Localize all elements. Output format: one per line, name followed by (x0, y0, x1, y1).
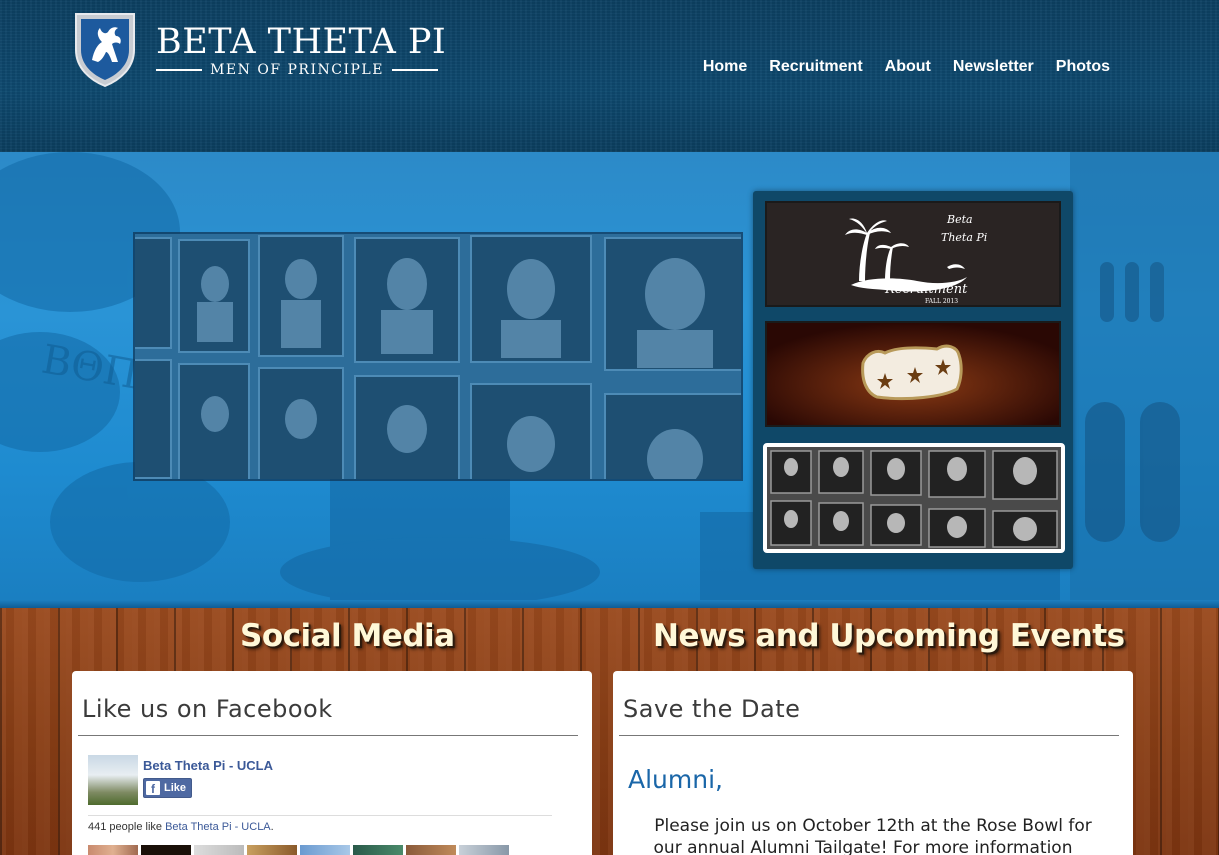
fan-avatar[interactable] (353, 845, 403, 855)
facebook-like-count: 441 people like Beta Theta Pi - UCLA. (88, 821, 274, 833)
site-logo[interactable]: BETA THETA PI MEN OF PRINCIPLE (72, 10, 452, 90)
portrait-wall-thumb-image (767, 447, 1061, 549)
brand-tagline-row: MEN OF PRINCIPLE (156, 60, 439, 80)
recruitment-caption-line2: Theta Pi (941, 231, 987, 244)
fan-avatar[interactable] (300, 845, 350, 855)
facebook-fan-faces (88, 845, 509, 855)
facebook-f-icon: f (146, 781, 160, 795)
thumbnail-badge[interactable] (765, 321, 1061, 427)
main-nav: Home Recruitment About Newsletter Photos (692, 58, 1121, 76)
tagline-rule-left (156, 69, 203, 71)
thumbnail-recruitment[interactable]: Beta Theta Pi Recruitment FALL 2013 (765, 201, 1061, 307)
news-card-title: Save the Date (623, 695, 801, 723)
nav-newsletter[interactable]: Newsletter (942, 58, 1045, 76)
facebook-count-link[interactable]: Beta Theta Pi - UCLA (165, 821, 271, 833)
facebook-divider (88, 815, 552, 816)
facebook-page-avatar[interactable] (88, 755, 138, 805)
facebook-card: Like us on Facebook Beta Theta Pi - UCLA… (72, 671, 592, 855)
griffin-shield-icon (75, 13, 135, 88)
slide-thumbnails-panel: Beta Theta Pi Recruitment FALL 2013 (753, 191, 1073, 569)
facebook-like-label: Like (164, 782, 187, 794)
fan-avatar[interactable] (141, 845, 191, 855)
news-body: Please join us on October 12th at the Ro… (653, 816, 1092, 855)
nav-recruitment[interactable]: Recruitment (758, 58, 873, 76)
facebook-card-title: Like us on Facebook (82, 695, 333, 723)
portrait-wall-image (135, 234, 741, 479)
tagline-rule-right (391, 69, 439, 71)
facebook-count-prefix: 441 people like (88, 821, 163, 833)
facebook-page-name[interactable]: Beta Theta Pi - UCLA (143, 758, 273, 773)
recruitment-caption-line1: Beta (946, 213, 973, 226)
fan-avatar[interactable] (194, 845, 244, 855)
social-media-heading: Social Media (240, 618, 455, 654)
nav-photos[interactable]: Photos (1045, 58, 1121, 76)
thumbnail-portrait-wall[interactable] (763, 443, 1065, 553)
card-divider (78, 735, 578, 736)
hero-bottom-edge (0, 600, 1219, 608)
fan-avatar[interactable] (88, 845, 138, 855)
news-card: Save the Date Alumni, Please join us on … (613, 671, 1133, 855)
badge-pin-image (767, 323, 1059, 425)
recruitment-caption-line3: Recruitment (884, 282, 968, 297)
nav-home[interactable]: Home (692, 58, 758, 76)
hero-main-slide[interactable] (133, 232, 743, 481)
fan-avatar[interactable] (247, 845, 297, 855)
news-heading: Alumni, (628, 765, 723, 794)
fan-avatar[interactable] (459, 845, 509, 855)
recruitment-caption-line4: FALL 2013 (925, 298, 958, 305)
nav-about[interactable]: About (874, 58, 942, 76)
brand-title: BETA THETA PI (156, 22, 447, 62)
fan-avatar[interactable] (406, 845, 456, 855)
news-events-heading: News and Upcoming Events (653, 618, 1125, 654)
site-header: BETA THETA PI MEN OF PRINCIPLE Home Recr… (0, 0, 1219, 152)
recruitment-logo-image: Beta Theta Pi Recruitment FALL 2013 (845, 213, 987, 305)
facebook-like-button[interactable]: f Like (143, 778, 193, 798)
card-divider (619, 735, 1119, 736)
brand-tagline: MEN OF PRINCIPLE (210, 62, 384, 78)
facebook-count-suffix: . (270, 821, 274, 833)
